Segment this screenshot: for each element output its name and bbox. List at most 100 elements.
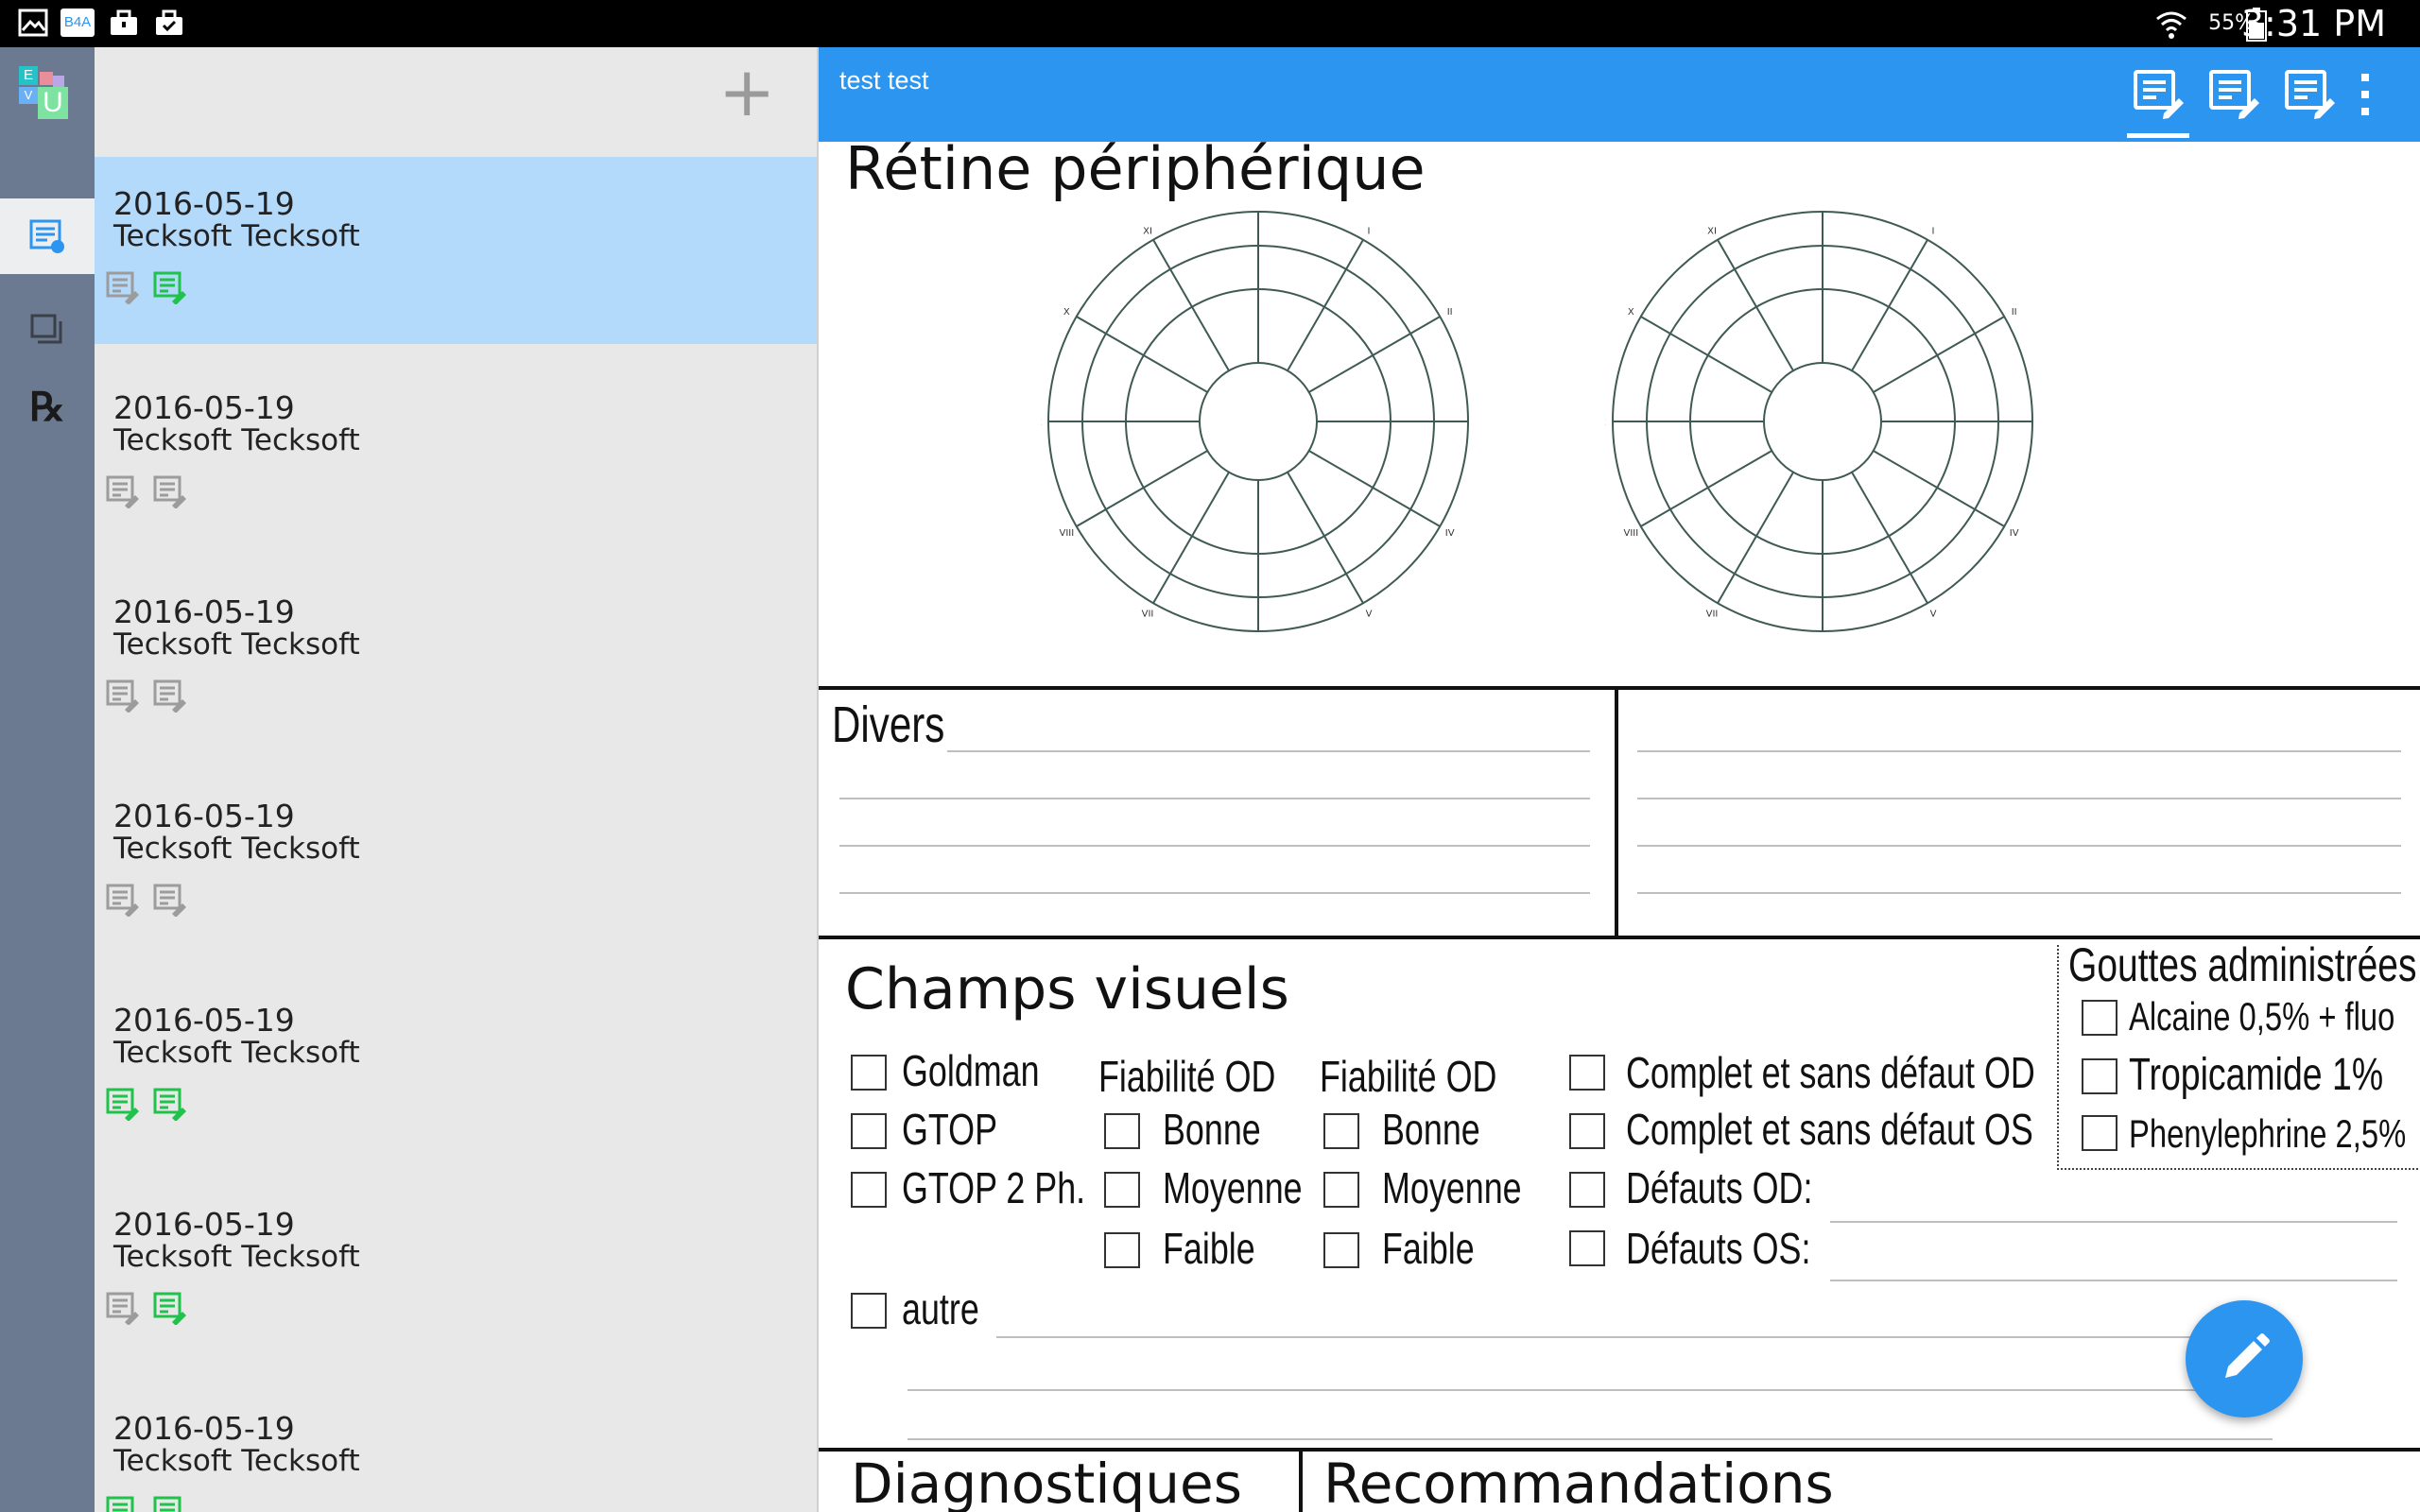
visit-date: 2016-05-19 <box>113 1410 295 1447</box>
documents-icon <box>30 314 62 344</box>
checkbox-gtop-2ph[interactable] <box>851 1172 887 1208</box>
visit-date: 2016-05-19 <box>113 1002 295 1039</box>
form-edit-icon <box>2209 70 2259 119</box>
label-phenylephrine: Phenylephrine 2,5% <box>2129 1111 2407 1156</box>
visit-patient-name: Tecksoft Tecksoft <box>113 1240 360 1274</box>
checkbox-complet-os[interactable] <box>1569 1113 1605 1149</box>
edit-fab[interactable] <box>2186 1300 2303 1418</box>
visit-list-item[interactable]: 2016-05-19 Tecksoft Tecksoft <box>95 361 817 548</box>
checkbox-fiab2-faible[interactable] <box>1323 1232 1359 1268</box>
label-fiab1-moyenne: Moyenne <box>1163 1163 1303 1212</box>
visit-list-item[interactable]: 2016-05-19 Tecksoft Tecksoft <box>95 973 817 1160</box>
checkbox-fiab2-moyenne[interactable] <box>1323 1172 1359 1208</box>
form-edit-icon <box>2134 70 2184 119</box>
divers-write-line[interactable] <box>839 845 1590 847</box>
defauts-od-write-line[interactable] <box>1830 1221 2397 1223</box>
form-page[interactable]: Rétine périphérique XIIIIIIIIIVVVIVIIVII… <box>819 142 2420 1512</box>
divers-write-line[interactable] <box>1637 798 2401 799</box>
recommandations-title: Recommandations <box>1323 1452 1834 1512</box>
fiabilite-od-header: Fiabilité OD <box>1098 1052 1276 1101</box>
form-tab-2-button[interactable] <box>2201 57 2267 132</box>
label-fiab2-faible: Faible <box>1382 1224 1475 1273</box>
visit-list-item[interactable]: 2016-05-19 Tecksoft Tecksoft <box>95 565 817 752</box>
clock-hour-label: IV <box>1445 528 1455 539</box>
checkbox-fiab1-moyenne[interactable] <box>1104 1172 1140 1208</box>
gouttes-title: Gouttes administrées <box>2068 938 2417 991</box>
form-status-icon <box>106 679 139 713</box>
rail-visits-button[interactable] <box>0 198 95 274</box>
form-status-icon <box>106 475 139 508</box>
form-status-icon <box>106 1292 139 1325</box>
clock-hour-label: XI <box>1143 226 1152 236</box>
bottom-column-divider <box>1299 1450 1303 1512</box>
visit-date: 2016-05-19 <box>113 185 295 222</box>
checkbox-phenylephrine[interactable] <box>2082 1115 2118 1151</box>
label-autre: autre <box>902 1284 979 1333</box>
label-complet-od: Complet et sans défaut OD <box>1626 1048 2035 1097</box>
divers-title: Divers <box>832 696 945 753</box>
rail-documents-button[interactable] <box>0 293 95 369</box>
checkbox-complet-od[interactable] <box>1569 1055 1605 1091</box>
visit-date: 2016-05-19 <box>113 798 295 834</box>
divers-write-line[interactable] <box>947 750 1590 752</box>
label-tropicamide: Tropicamide 1% <box>2129 1050 2384 1100</box>
clock-hour-label: V <box>1930 610 1937 620</box>
clock-hour-label: IX <box>1605 418 1606 428</box>
label-defauts-os: Défauts OS: <box>1626 1224 1811 1273</box>
defauts-os-write-line[interactable] <box>1830 1280 2397 1281</box>
label-defauts-od: Défauts OD: <box>1626 1163 1813 1212</box>
divers-write-line[interactable] <box>839 798 1590 799</box>
form-status-icon <box>153 271 186 304</box>
clock-hour-label: II <box>2012 307 2017 318</box>
visit-list-item[interactable]: 2016-05-19 Tecksoft Tecksoft <box>95 157 817 344</box>
overflow-menu-button[interactable] <box>2346 57 2384 132</box>
form-tab-3-button[interactable] <box>2276 57 2342 132</box>
briefcase-check-icon <box>156 9 182 35</box>
form-status-icon <box>106 884 139 917</box>
gallery-icon <box>18 9 48 37</box>
checkbox-fiab1-faible[interactable] <box>1104 1232 1140 1268</box>
visit-list-item[interactable]: 2016-05-19 Tecksoft Tecksoft <box>95 769 817 956</box>
label-gtop-2ph: GTOP 2 Ph. <box>902 1163 1086 1212</box>
visit-date: 2016-05-19 <box>113 593 295 630</box>
visit-list-item[interactable]: 2016-05-19 Tecksoft Tecksoft <box>95 1382 817 1512</box>
briefcase-icon <box>111 9 137 35</box>
visit-patient-name: Tecksoft Tecksoft <box>113 1444 360 1478</box>
checkbox-fiab2-bonne[interactable] <box>1323 1113 1359 1149</box>
form-status-icon <box>153 1496 182 1512</box>
checkbox-defauts-os[interactable] <box>1569 1230 1605 1266</box>
visit-form-icons <box>106 270 187 304</box>
diagnostiques-title: Diagnostiques <box>851 1452 1242 1512</box>
checkbox-fiab1-bonne[interactable] <box>1104 1113 1140 1149</box>
divers-write-line[interactable] <box>839 892 1590 894</box>
divers-write-line[interactable] <box>1637 845 2401 847</box>
retina-diagram-os[interactable]: XIIIIIIIIIVVVIVIIVIIIIXXXI <box>1605 204 2040 639</box>
rail-prescription-button[interactable]: ℞ <box>0 369 95 444</box>
label-fiab2-bonne: Bonne <box>1382 1105 1480 1154</box>
form-tab-1-button[interactable] <box>2125 57 2191 138</box>
checkbox-defauts-od[interactable] <box>1569 1172 1605 1208</box>
clock: 3:31 PM <box>2240 3 2386 44</box>
checkbox-goldman[interactable] <box>851 1055 887 1091</box>
divers-write-line[interactable] <box>1637 892 2401 894</box>
autre-write-line[interactable] <box>908 1389 2273 1391</box>
autre-write-line[interactable] <box>908 1438 2273 1440</box>
checkbox-tropicamide[interactable] <box>2082 1058 2118 1094</box>
retina-diagram-od[interactable]: XIIIIIIIIIVVVIVIIVIIIIXXXI <box>1041 204 1476 639</box>
checkbox-alcaine[interactable] <box>2082 1000 2118 1036</box>
label-goldman: Goldman <box>902 1046 1040 1095</box>
checkbox-gtop[interactable] <box>851 1113 887 1149</box>
visit-list-item[interactable]: 2016-05-19 Tecksoft Tecksoft <box>95 1177 817 1365</box>
clock-hour-label: XII <box>1817 204 1829 207</box>
visit-patient-name: Tecksoft Tecksoft <box>113 219 360 253</box>
visit-patient-name: Tecksoft Tecksoft <box>113 832 360 866</box>
divers-column-divider <box>1615 688 1618 937</box>
visit-form-icons <box>106 1291 187 1325</box>
divers-write-line[interactable] <box>1637 750 2401 752</box>
checkbox-autre[interactable] <box>851 1293 887 1329</box>
visits-icon <box>29 219 64 253</box>
autre-write-line[interactable] <box>996 1336 2273 1338</box>
add-visit-button[interactable]: + <box>718 58 775 126</box>
form-status-icon <box>106 1088 139 1121</box>
clock-hour-label: I <box>1932 226 1935 236</box>
